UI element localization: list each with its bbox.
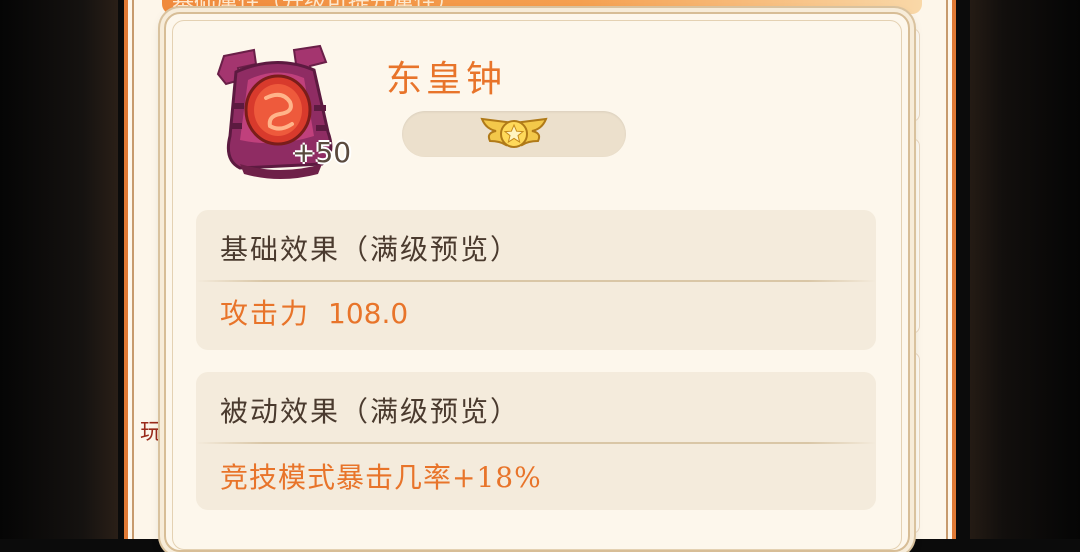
rank-pill	[402, 111, 626, 157]
passive-effect-text: 竞技模式暴击几率+18%	[220, 461, 542, 494]
background-side-text: 玩	[140, 420, 163, 445]
section-divider	[196, 442, 876, 444]
item-level: +50	[292, 136, 352, 169]
stat-name: 攻击力	[220, 297, 311, 330]
base-effect-section: 基础效果（满级预览） 攻击力 108.0	[196, 210, 876, 350]
item-name: 东皇钟	[386, 59, 507, 100]
right-backdrop	[970, 0, 1080, 539]
base-effect-title: 基础效果（满级预览）	[220, 233, 521, 266]
item-detail-popup: +50 东皇钟 基础效果（满级预览） 攻击力 108.0 被动效果（满级预览） 竞…	[164, 12, 910, 552]
section-divider	[196, 280, 876, 282]
stat-row: 攻击力 108.0	[220, 292, 408, 332]
passive-effect-section: 被动效果（满级预览） 竞技模式暴击几率+18%	[196, 372, 876, 510]
passive-effect-title: 被动效果（满级预览）	[220, 395, 521, 428]
winged-star-badge-icon	[476, 115, 552, 153]
stat-value: 108.0	[328, 297, 409, 330]
left-backdrop	[0, 0, 118, 539]
